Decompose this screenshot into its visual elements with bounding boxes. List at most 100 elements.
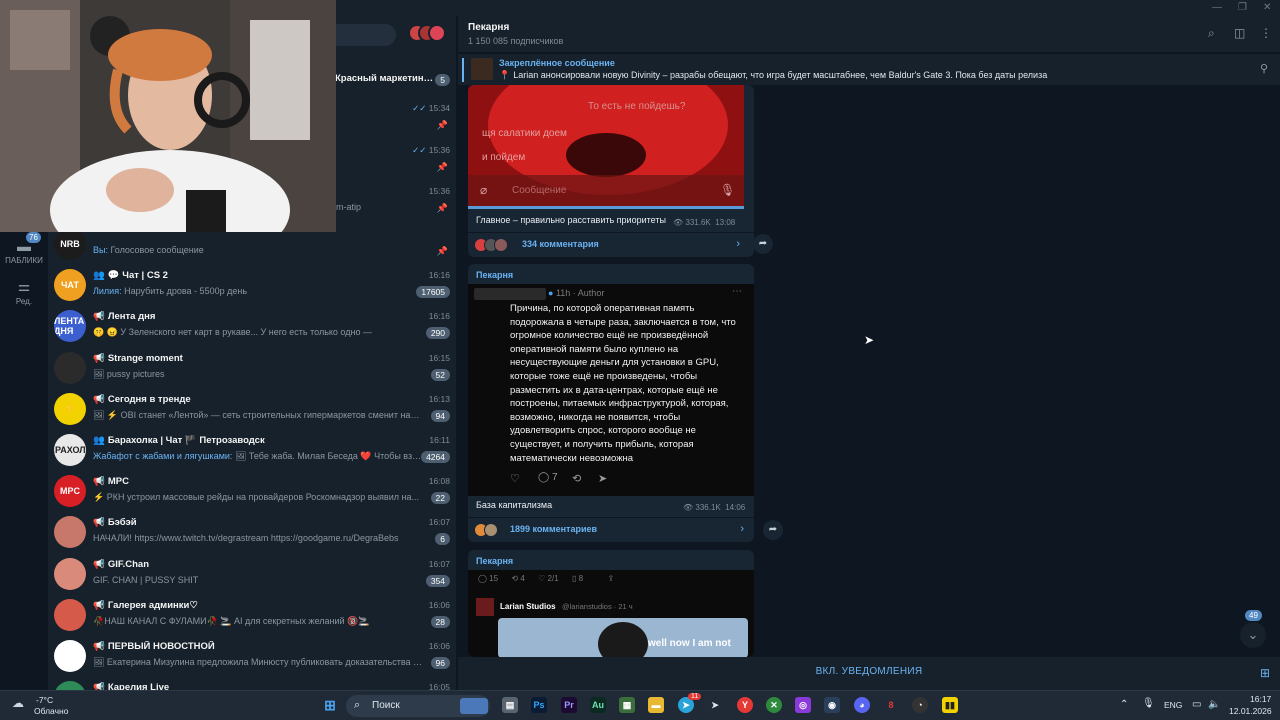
language-indicator[interactable]: ENG [1164,700,1182,710]
chat-preview: 🥀НАШ КАНАЛ С ФУЛАМИ🥀 🚬 AI для секретных … [93,615,370,626]
folder-icon[interactable]: ▬ [648,697,664,713]
chat-avatar [54,557,86,590]
share-icon[interactable]: ➦ [753,234,773,254]
image-caption: well now I am not [648,638,731,649]
tweet-image: well now I am not [498,618,748,657]
stories-strip[interactable] [408,24,452,44]
pin-icon: 📌 [436,246,448,256]
channel-post[interactable]: То есть не пойдешь? щя салатики доем и п… [468,85,754,257]
chat-preview: GIF. CHAN | PUSSY SHIT [93,574,199,585]
chat-avatar: ⚡ [54,392,86,425]
comments-count: 334 комментария [522,239,599,249]
premiere-icon[interactable]: Pr [561,697,577,713]
chat-row[interactable]: 📢 GIF.Chan GIF. CHAN | PUSSY SHIT 16:07 354 [48,554,456,595]
chat-row[interactable]: 📢 Карелия Live 16:05 [48,677,456,690]
post-video[interactable]: То есть не пойдешь? щя салатики доем и п… [468,85,744,209]
audition-icon[interactable]: Au [590,697,606,713]
channel-name: Пекарня [468,22,510,33]
unread-count-badge: 49 [1245,610,1262,621]
comments-button[interactable]: 1899 комментариев › [468,517,754,541]
sliders-icon: ⚌ [17,278,31,294]
send-icon[interactable]: ➤ [707,697,723,713]
obs-icon[interactable]: ◔ [912,697,928,713]
taskbar-search[interactable]: ⌕ Поиск [346,695,490,717]
microphone-icon[interactable]: 🎙 [1142,698,1155,709]
minimize-icon[interactable]: — [1212,2,1222,13]
chat-row[interactable]: 📢 Галерея админки♡ 🥀НАШ КАНАЛ С ФУЛАМИ🥀 🚬… [48,595,456,636]
app-icon[interactable]: ▮▮ [942,697,958,713]
chat-row[interactable]: 📢 ПЕРВЫЙ НОВОСТНОЙ 🖼 Екатерина Мизулина п… [48,636,456,677]
search-icon: ⌕ [354,699,361,711]
chat-avatar [54,351,86,384]
weather-icon[interactable]: ☁ [12,696,24,710]
video-overlay-text: и пойдем [482,152,526,163]
scroll-down-button[interactable]: ⌄ [1240,622,1266,648]
chat-type-icon: 📢 [93,352,105,364]
chat-type-icon: 📢 [93,641,105,652]
sidebar-toggle-icon[interactable]: ◫ [1234,26,1245,40]
chat-time: 16:07 [428,517,450,528]
store-icon[interactable]: ▦ [619,697,635,713]
channel-post[interactable]: Пекарня ◯ 15 ⟲ 4 ♡ 2/1 ▯ 8 ⇪ Larian Stud… [468,550,754,657]
volume-icon[interactable]: 🔈 [1208,699,1220,710]
post-caption: Главное – правильно расставить приоритет… [476,215,666,225]
chat-title: 📢 Лента дня [93,311,156,323]
chat-title: 📢 GIF.Chan [93,558,150,570]
clock-date[interactable]: 12.01.2026 [1229,706,1272,716]
maximize-icon[interactable]: ❐ [1238,2,1247,13]
chat-time: ✓✓ 15:34 [412,103,450,113]
mouse-cursor: ➤ [864,333,875,347]
network-icon[interactable]: ▭ [1192,699,1201,710]
steam-icon[interactable]: ◉ [824,697,840,713]
windows-start-icon[interactable]: ⊞ [322,697,338,713]
chat-row[interactable]: ЛЕНТА ДНЯ 📢 Лента дня 🤫 😠 У Зеленского нет… [48,306,456,347]
yandex-browser-icon[interactable]: Y [737,697,753,713]
pinned-indicator [462,58,464,82]
xbox-icon[interactable]: ✕ [766,697,782,713]
tweet-author: Larian Studios [500,602,556,611]
more-icon: ⋯ [732,286,742,297]
clock-time[interactable]: 16:17 [1250,694,1271,704]
chat-row[interactable]: 📢 Бэбэй НАЧАЛИ! https://www.twitch.tv/deg… [48,512,456,553]
folder-edit[interactable]: ⚌ Ред. [0,278,48,306]
channel-post[interactable]: Пекарня ● 11h · Author ⋯ Причина, по кот… [468,264,754,542]
chevron-up-icon[interactable]: ⌃ [1120,699,1128,710]
more-icon[interactable]: ⋮ [1260,26,1272,40]
story-avatar[interactable] [428,24,446,42]
folder-publics[interactable]: ▬ 76 ПАБЛИКИ [0,232,48,265]
close-icon[interactable]: ✕ [1263,2,1271,13]
like-icon: ♡ [510,473,520,485]
chat-row[interactable]: MPC 📢 MPC ⚡ РКН устроил массовые рейды на … [48,471,456,512]
chat-preview: НАЧАЛИ! https://www.twitch.tv/degrastrea… [93,533,399,544]
chat-row[interactable]: БАРАХОЛКА 👥Барахолка | Чат 🏴 Петрозаводск… [48,430,456,471]
enable-notifications-button[interactable]: ВКЛ. УВЕДОМЛЕНИЯ [458,666,1280,677]
chat-preview: 🖼 Екатерина Мизулина предложила Минюсту … [93,657,423,667]
chat-row[interactable]: ЧАТ 👥 💬 Чат | CS 2 Лилия: Нарубить дрова - … [48,265,456,306]
channel-header[interactable]: Пекарня 1 150 085 подписчиков ⌕ ◫ ⋮ [458,16,1280,52]
discord-icon[interactable]: ◕ [854,697,870,713]
pinned-list-icon[interactable]: ⚲ [1260,62,1268,75]
subscriber-count: 1 150 085 подписчиков [468,36,564,46]
chat-avatar [54,516,86,549]
pinned-message-bar[interactable]: Закреплённое сообщение 📍 Larian анонсиров… [458,53,1280,85]
chat-type-icon: 📢 [93,682,105,690]
app-icon[interactable]: 8 [883,697,899,713]
folder-label: Ред. [15,297,33,306]
comments-button[interactable]: 334 комментария › [468,232,754,256]
search-icon[interactable]: ⌕ [1208,26,1215,41]
app-icon[interactable]: ◎ [795,697,811,713]
unread-badge: 17605 [416,286,450,299]
chat-title: 📢 MPC [93,476,129,488]
chat-row[interactable]: ⚡ 📢 Сегодня в тренде 🖼 ⚡ OBI станет «Ленто… [48,389,456,430]
chat-avatar: ЛЕНТА ДНЯ [54,310,86,343]
gift-icon[interactable]: ⊞ [1260,666,1270,680]
chat-row[interactable]: 📢 Strange moment 🖼 pussy pictures 16:15 52 [48,348,456,389]
share-icon[interactable]: ➦ [763,520,783,540]
unread-badge: 4264 [421,451,450,463]
photoshop-icon[interactable]: Ps [531,697,547,713]
search-label: Поиск [372,700,400,711]
folder-icon: ▬ [17,238,31,254]
chat-time: 15:36 [428,186,450,196]
file-icon[interactable]: ▤ [502,697,518,713]
tweet-text: Причина, по которой оперативная память п… [510,303,736,464]
